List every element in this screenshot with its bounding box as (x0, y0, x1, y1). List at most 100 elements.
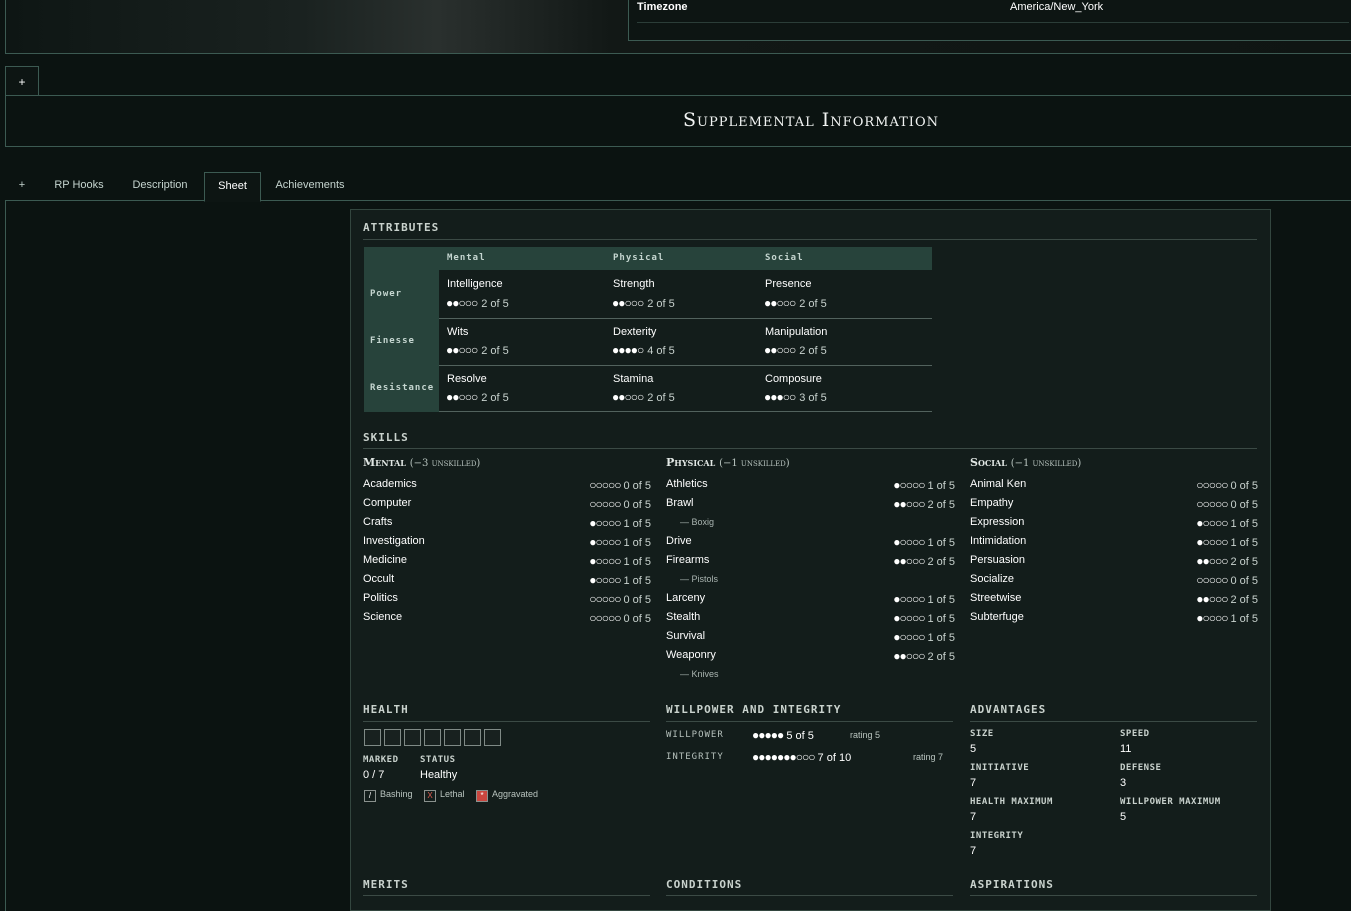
integrity-rating: rating 7 (913, 752, 944, 762)
attr-wits-name: Wits (447, 326, 469, 338)
marked-value: 0 / 7 (363, 769, 385, 781)
health-max-value: 7 (970, 811, 977, 823)
health-box[interactable] (424, 729, 441, 746)
skill-intimidation-name: Intimidation (970, 535, 1027, 547)
heading-text: Social (970, 456, 1007, 469)
tab-sheet[interactable]: Sheet (204, 172, 261, 202)
attr-presence-value: ●●○○○ 2 of 5 (764, 296, 827, 310)
attr-composure-name: Composure (765, 373, 822, 385)
dot-rating: ●●○○○ (893, 497, 925, 511)
dot-rating: ●●○○○ (893, 649, 925, 663)
health-max-label: Health Maximum (970, 797, 1053, 807)
add-section-tab[interactable]: + (5, 66, 39, 95)
merits-title: Merits (363, 878, 409, 891)
dot-rating: ○○○○○ (589, 592, 621, 606)
rating-text: 2 of 5 (481, 392, 509, 404)
skill-athletics-name: Athletics (666, 478, 708, 490)
rating-text: 2 of 5 (927, 556, 955, 568)
speed-value: 11 (1120, 743, 1132, 755)
skill-socialize-value: ○○○○○ 0 of 5 (1196, 573, 1258, 587)
dot-rating: ●○○○○ (589, 516, 621, 530)
divider (666, 721, 953, 722)
divider (439, 365, 932, 366)
health-box[interactable] (444, 729, 461, 746)
skill-medicine-value: ●○○○○ 1 of 5 (589, 554, 651, 568)
divider (970, 721, 1257, 722)
tab-rp-hooks[interactable]: RP Hooks (44, 172, 114, 200)
skill-politics-name: Politics (363, 592, 398, 604)
rating-text: 2 of 5 (481, 298, 509, 310)
rating-text: 2 of 5 (1230, 594, 1258, 606)
health-box[interactable] (464, 729, 481, 746)
dot-rating: ●●○○○ (446, 296, 478, 310)
health-box[interactable] (384, 729, 401, 746)
page-title: Supplemental Information (683, 109, 939, 131)
rating-text: 0 of 5 (1230, 480, 1258, 492)
tab-achievements[interactable]: Achievements (266, 172, 354, 200)
dot-rating: ●●○○○ (764, 296, 796, 310)
health-box[interactable] (404, 729, 421, 746)
skill-survival-value: ●○○○○ 1 of 5 (893, 630, 955, 644)
skills-physical-heading: Physical (−1 unskilled) (666, 456, 790, 469)
attr-strength-value: ●●○○○ 2 of 5 (612, 296, 675, 310)
attr-composure-value: ●●●○○ 3 of 5 (764, 390, 827, 404)
skill-empathy-value: ○○○○○ 0 of 5 (1196, 497, 1258, 511)
heading-text: Physical (666, 456, 716, 469)
skill-specialty: — Pistols (680, 574, 719, 584)
dot-rating: ●○○○○ (589, 535, 621, 549)
skill-subterfuge-name: Subterfuge (970, 611, 1024, 623)
tab-description[interactable]: Description (124, 172, 196, 200)
skill-animal-ken-value: ○○○○○ 0 of 5 (1196, 478, 1258, 492)
skill-investigation-value: ●○○○○ 1 of 5 (589, 535, 651, 549)
dot-rating: ●●●●● (752, 728, 784, 742)
skill-athletics-value: ●○○○○ 1 of 5 (893, 478, 955, 492)
col-mental: Mental (447, 253, 486, 263)
rating-text: 1 of 5 (623, 556, 651, 568)
skill-streetwise-value: ●●○○○ 2 of 5 (1196, 592, 1258, 606)
skill-animal-ken-name: Animal Ken (970, 478, 1027, 490)
willpower-rating: rating 5 (850, 730, 881, 740)
rating-text: 2 of 5 (481, 345, 509, 357)
willpower-max-value: 5 (1120, 811, 1127, 823)
rating-text: 0 of 5 (623, 613, 651, 625)
skill-brawl-value: ●●○○○ 2 of 5 (893, 497, 955, 511)
skill-empathy-name: Empathy (970, 497, 1014, 509)
skills-social-heading: Social (−1 unskilled) (970, 456, 1081, 469)
status-label: Status (420, 755, 456, 765)
rating-text: 1 of 5 (927, 480, 955, 492)
rating-text: 0 of 5 (1230, 575, 1258, 587)
skill-larceny-name: Larceny (666, 592, 706, 604)
marked-label: Marked (363, 755, 399, 765)
skill-crafts-value: ●○○○○ 1 of 5 (589, 516, 651, 530)
rating-text: 1 of 5 (927, 594, 955, 606)
defense-label: Defense (1120, 763, 1162, 773)
skill-stealth-value: ●○○○○ 1 of 5 (893, 611, 955, 625)
adv-integrity-value: 7 (970, 845, 977, 857)
skill-academics-value: ○○○○○ 0 of 5 (589, 478, 651, 492)
conditions-title: Conditions (666, 878, 743, 891)
attr-stamina-name: Stamina (613, 373, 654, 385)
rating-text: 1 of 5 (623, 518, 651, 530)
col-physical: Physical (613, 253, 665, 263)
dot-rating: ●●○○○ (764, 343, 796, 357)
legend-lethal: Lethal (440, 789, 465, 799)
profile-info-box (628, 0, 1351, 41)
divider (970, 895, 1257, 896)
dot-rating: ●○○○○ (589, 554, 621, 568)
integrity-label: Integrity (666, 752, 724, 762)
unskilled-penalty: (−1 unskilled) (1010, 458, 1082, 469)
dot-rating: ●●○○○ (1196, 592, 1228, 606)
health-box[interactable] (484, 729, 501, 746)
health-box[interactable] (364, 729, 381, 746)
tab-add[interactable]: + (10, 172, 34, 200)
skill-specialty: — Boxig (680, 517, 715, 527)
dot-rating: ○○○○○ (589, 497, 621, 511)
dot-rating: ●○○○○ (1196, 535, 1228, 549)
skill-computer-value: ○○○○○ 0 of 5 (589, 497, 651, 511)
dot-rating: ●●○○○ (612, 390, 644, 404)
legend-aggravated: Aggravated (492, 789, 539, 799)
timezone-value: America/New_York (1010, 1, 1104, 13)
skill-occult-value: ●○○○○ 1 of 5 (589, 573, 651, 587)
skill-politics-value: ○○○○○ 0 of 5 (589, 592, 651, 606)
divider (666, 895, 953, 896)
